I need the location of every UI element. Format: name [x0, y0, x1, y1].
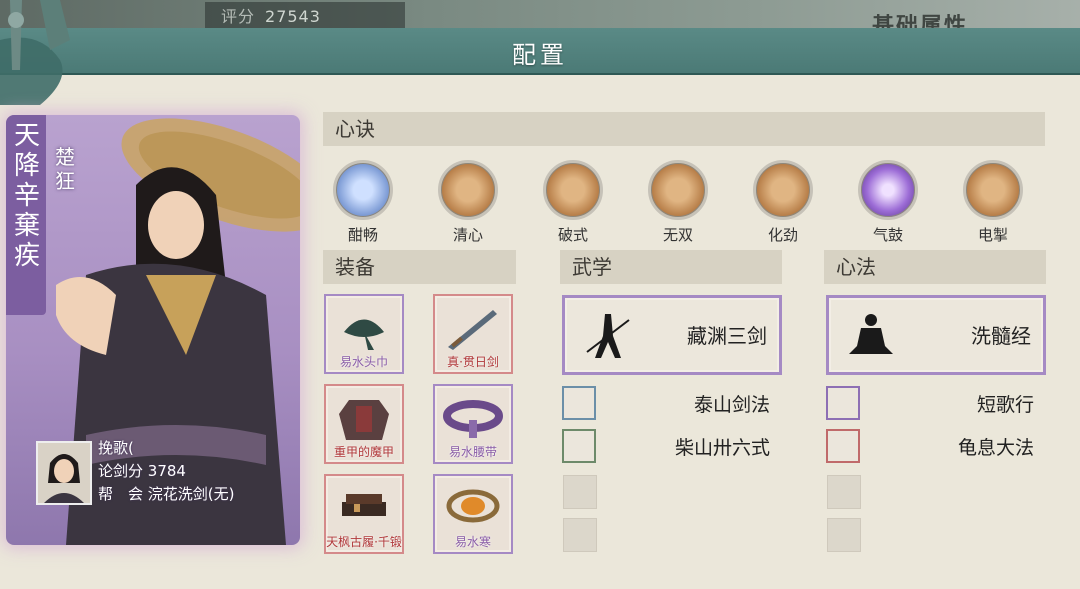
skill-label: 气鼓	[872, 226, 903, 244]
skill-label: 清心	[452, 226, 483, 244]
headband-icon	[344, 319, 384, 350]
skill-label: 化劲	[767, 226, 798, 244]
score-value: 27543	[265, 7, 321, 26]
duange-icon	[826, 386, 860, 420]
swordsman-icon	[586, 314, 630, 358]
score-label: 评分	[221, 7, 256, 26]
equip-label: 易水头巾	[339, 355, 388, 369]
section-wuxue: 武学	[560, 250, 782, 284]
xinfa-name: 龟息大法	[957, 437, 1034, 459]
equip-label: 真·贯日剑	[447, 355, 499, 369]
sword-score-label: 论剑分	[98, 462, 144, 480]
equip-label: 重甲的魔甲	[333, 445, 394, 459]
skill-label: 破式	[557, 226, 588, 244]
xinjue-skill-5[interactable]: 化劲	[751, 160, 815, 250]
equip-slot-belt[interactable]: 易水腰带	[433, 384, 513, 464]
wuxue-empty-slot[interactable]	[563, 475, 597, 509]
xinfa-row-2[interactable]: 龟息大法	[826, 429, 1046, 463]
poshi-icon	[543, 160, 603, 220]
wuxue-row-2[interactable]: 柴山卅六式	[562, 429, 782, 463]
player-name: 挽歌(	[98, 439, 134, 457]
equip-slot-head[interactable]: 易水头巾	[324, 294, 404, 374]
boots-icon	[342, 494, 386, 516]
sword-score-value: 3784	[147, 462, 186, 480]
character-title: 天降辛棄疾	[13, 121, 40, 271]
xinjue-skill-7[interactable]: 电掣	[961, 160, 1025, 250]
avatar-portrait-icon	[38, 443, 90, 503]
equip-slot-accessory[interactable]: 易水寒	[433, 474, 513, 554]
ring-icon	[446, 489, 500, 523]
xinjue-skill-1[interactable]: 酣畅	[331, 160, 395, 250]
title-tab: 天降辛棄疾	[6, 115, 46, 315]
equip-label: 易水腰带	[448, 445, 497, 459]
guixi-icon	[826, 429, 860, 463]
character-card[interactable]: 天降辛棄疾 楚狂 挽歌( 论剑分 3784 帮 会 浣花洗剑(无)	[6, 115, 300, 545]
huajin-icon	[753, 160, 813, 220]
xinjue-skill-6[interactable]: 气鼓	[856, 160, 920, 250]
wuxue-row-1[interactable]: 泰山剑法	[562, 386, 782, 420]
hanchang-icon	[333, 160, 393, 220]
corner-ornament-icon	[0, 0, 70, 105]
avatar[interactable]	[36, 441, 92, 505]
skill-label: 酣畅	[347, 226, 378, 244]
qingxin-icon	[438, 160, 498, 220]
sword-icon	[448, 310, 497, 350]
wuxue-main-name: 藏渊三剑	[687, 324, 767, 348]
skill-label: 电掣	[977, 226, 1008, 244]
xinfa-empty-slot[interactable]	[827, 518, 861, 552]
xinfa-name: 短歌行	[976, 394, 1034, 416]
player-info: 挽歌( 论剑分 3784 帮 会 浣花洗剑(无)	[36, 437, 296, 517]
equip-slot-armor[interactable]: 重甲的魔甲	[324, 384, 404, 464]
header-bar: 配置	[0, 28, 1080, 75]
xinjue-skill-4[interactable]: 无双	[646, 160, 710, 250]
page-title: 配置	[512, 41, 568, 69]
equip-label: 天枫古履·千锻	[326, 535, 402, 549]
dianche-icon	[963, 160, 1023, 220]
equip-label: 易水寒	[454, 535, 491, 549]
wuxue-name: 柴山卅六式	[674, 437, 770, 459]
section-xinjue: 心诀	[323, 112, 1045, 146]
wuxue-name: 泰山剑法	[693, 394, 770, 416]
xinjue-skill-2[interactable]: 清心	[436, 160, 500, 250]
equip-slot-boots[interactable]: 天枫古履·千锻	[324, 474, 404, 554]
xinfa-main-slot[interactable]: 洗髓经	[826, 295, 1046, 375]
taishan-sword-icon	[562, 386, 596, 420]
meditation-icon	[849, 314, 893, 354]
wuxue-empty-slot[interactable]	[563, 518, 597, 552]
chaishan-sword-icon	[562, 429, 596, 463]
wuxue-main-slot[interactable]: 藏渊三剑	[562, 295, 782, 375]
section-equipment: 装备	[323, 250, 516, 284]
qigu-icon	[858, 160, 918, 220]
xinjue-skill-3[interactable]: 破式	[541, 160, 605, 250]
xinfa-main-name: 洗髓经	[971, 324, 1031, 348]
character-nickname: 楚狂	[55, 145, 75, 193]
armor-icon	[339, 400, 389, 440]
xinfa-empty-slot[interactable]	[827, 475, 861, 509]
xinfa-row-1[interactable]: 短歌行	[826, 386, 1046, 420]
equip-slot-weapon[interactable]: 真·贯日剑	[433, 294, 513, 374]
belt-icon	[443, 400, 503, 438]
section-xinfa: 心法	[824, 250, 1046, 284]
guild-value: 浣花洗剑(无)	[147, 485, 235, 503]
skill-label: 无双	[662, 226, 693, 244]
guild-label: 帮 会	[98, 485, 144, 503]
wushuang-icon	[648, 160, 708, 220]
